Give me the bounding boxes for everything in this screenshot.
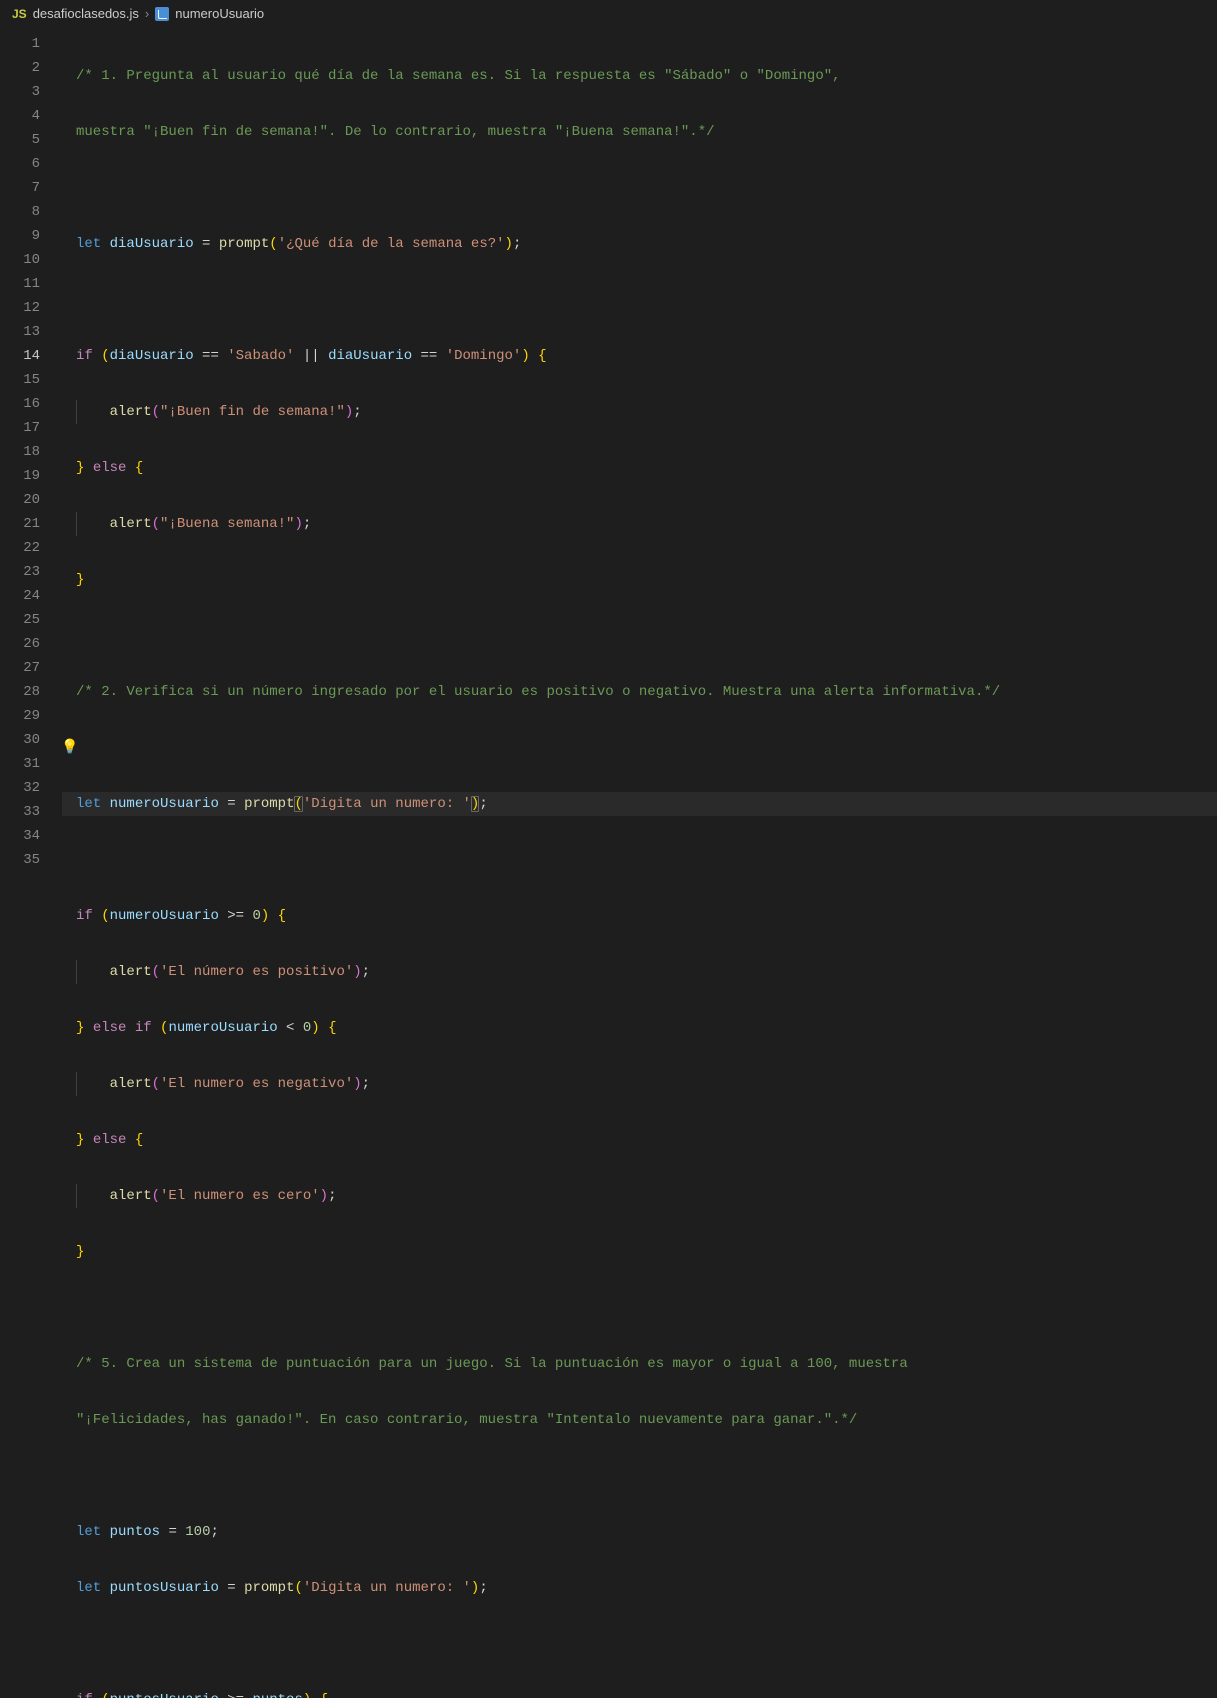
lightbulb-icon[interactable]: 💡 xyxy=(61,736,78,760)
line-number: 12 xyxy=(0,296,62,320)
comment: /* 5. Crea un sistema de puntuación para… xyxy=(76,1356,908,1372)
variable-icon xyxy=(155,7,169,21)
line-number: 24 xyxy=(0,584,62,608)
line-number-gutter: 1234567891011121314151617181920212223242… xyxy=(0,28,62,849)
line-number: 35 xyxy=(0,848,62,872)
breadcrumb-separator: › xyxy=(145,6,149,21)
breadcrumb-file[interactable]: desafioclasedos.js xyxy=(33,6,139,21)
line-number: 17 xyxy=(0,416,62,440)
line-number: 6 xyxy=(0,152,62,176)
line-number: 20 xyxy=(0,488,62,512)
line-number: 31 xyxy=(0,752,62,776)
line-number: 10 xyxy=(0,248,62,272)
line-number: 3 xyxy=(0,80,62,104)
line-number: 33 xyxy=(0,800,62,824)
line-number: 27 xyxy=(0,656,62,680)
line-number: 19 xyxy=(0,464,62,488)
breadcrumb[interactable]: JS desafioclasedos.js › numeroUsuario xyxy=(0,0,1217,28)
line-number: 9 xyxy=(0,224,62,248)
line-number: 8 xyxy=(0,200,62,224)
breadcrumb-symbol[interactable]: numeroUsuario xyxy=(175,6,264,21)
line-number: 2 xyxy=(0,56,62,80)
line-number: 29 xyxy=(0,704,62,728)
line-number: 34 xyxy=(0,824,62,848)
line-number: 15 xyxy=(0,368,62,392)
code-area[interactable]: /* 1. Pregunta al usuario qué día de la … xyxy=(62,28,1217,849)
line-number: 5 xyxy=(0,128,62,152)
line-number: 22 xyxy=(0,536,62,560)
comment: muestra "¡Buen fin de semana!". De lo co… xyxy=(76,124,715,140)
line-number: 16 xyxy=(0,392,62,416)
line-number: 14 xyxy=(0,344,62,368)
line-number: 23 xyxy=(0,560,62,584)
line-number: 30 xyxy=(0,728,62,752)
js-file-icon: JS xyxy=(12,7,27,21)
line-number: 4 xyxy=(0,104,62,128)
line-number: 1 xyxy=(0,32,62,56)
comment: "¡Felicidades, has ganado!". En caso con… xyxy=(76,1412,857,1428)
line-number: 32 xyxy=(0,776,62,800)
comment: /* 2. Verifica si un número ingresado po… xyxy=(76,684,1000,700)
line-number: 21 xyxy=(0,512,62,536)
comment: /* 1. Pregunta al usuario qué día de la … xyxy=(76,68,841,84)
code-editor[interactable]: 1234567891011121314151617181920212223242… xyxy=(0,28,1217,849)
active-line[interactable]: let numeroUsuario = prompt('Digita un nu… xyxy=(62,792,1217,816)
line-number: 7 xyxy=(0,176,62,200)
line-number: 13 xyxy=(0,320,62,344)
line-number: 18 xyxy=(0,440,62,464)
line-number: 28 xyxy=(0,680,62,704)
line-number: 11 xyxy=(0,272,62,296)
line-number: 25 xyxy=(0,608,62,632)
line-number: 26 xyxy=(0,632,62,656)
